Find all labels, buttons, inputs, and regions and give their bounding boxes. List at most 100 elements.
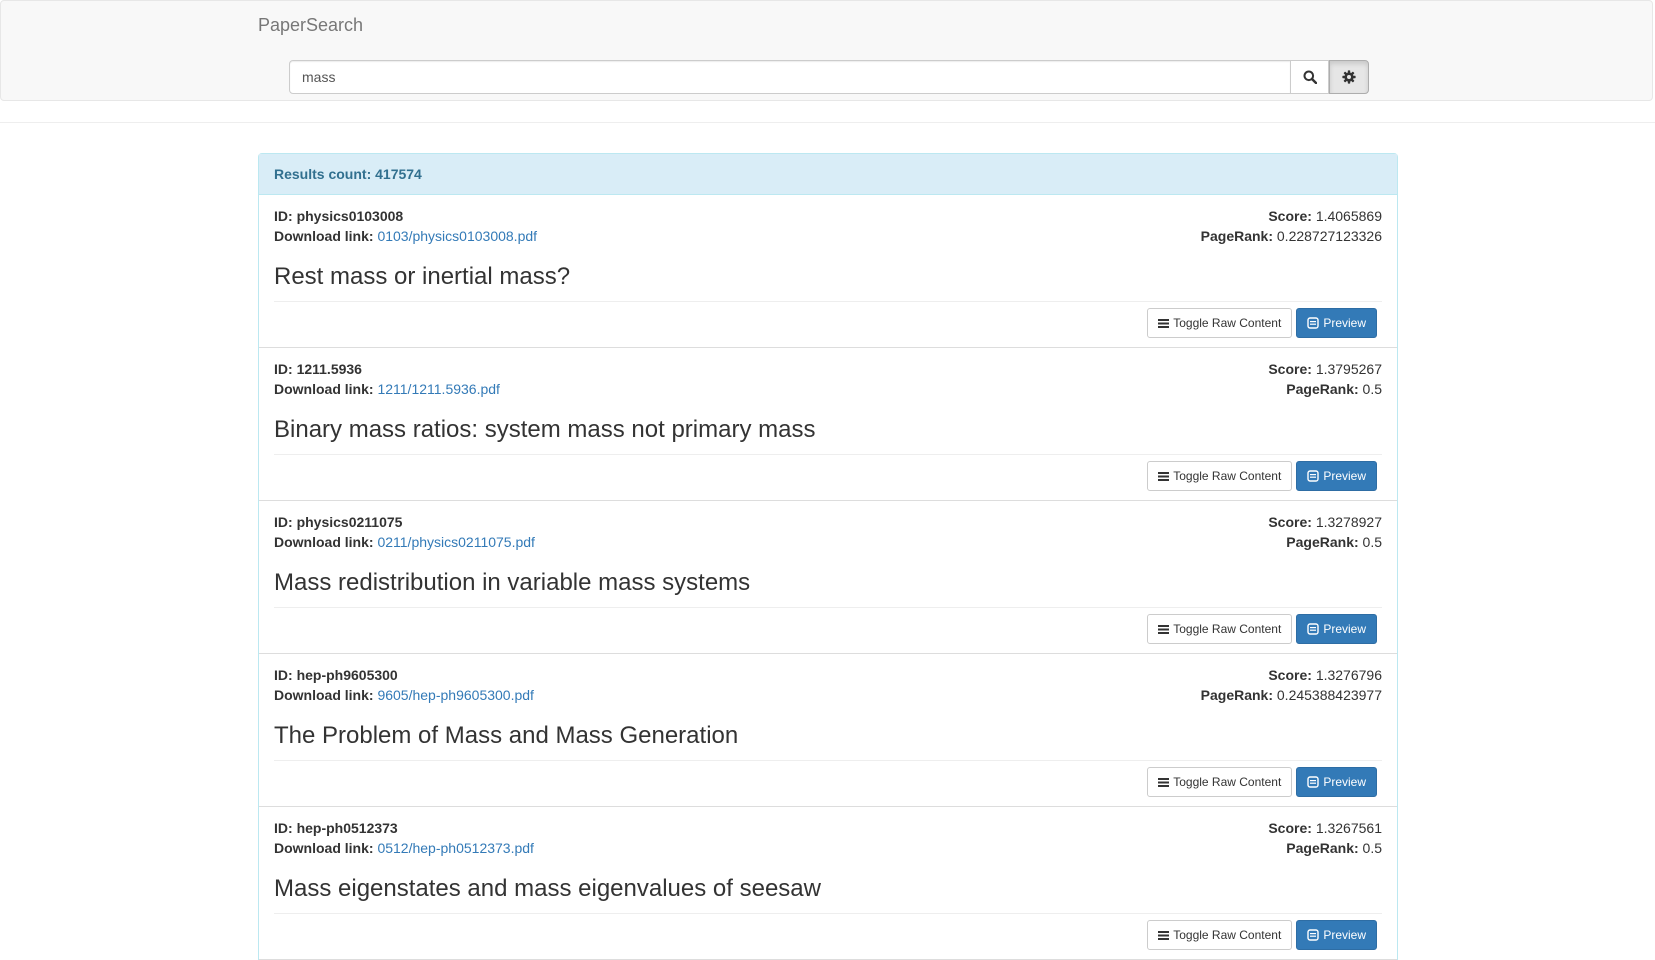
result-id-row: ID: hep-ph0512373 [274, 818, 534, 838]
title-divider [274, 913, 1382, 914]
preview-icon [1307, 623, 1320, 635]
download-link[interactable]: 9605/hep-ph9605300.pdf [377, 687, 533, 703]
preview-label: Preview [1323, 775, 1366, 789]
id-label: ID: [274, 208, 293, 224]
list-icon [1158, 777, 1170, 787]
result-id-row: ID: physics0103008 [274, 206, 537, 226]
pagerank-row: PageRank: 0.5 [1268, 532, 1382, 552]
result-item: ID: hep-ph0512373 Download link: 0512/he… [259, 807, 1397, 960]
result-title: The Problem of Mass and Mass Generation [274, 722, 739, 749]
preview-icon [1307, 776, 1320, 788]
download-label: Download link: [274, 381, 374, 397]
score-value: 1.4065869 [1315, 208, 1382, 224]
preview-label: Preview [1323, 622, 1366, 636]
preview-button[interactable]: Preview [1296, 767, 1377, 797]
result-item: ID: physics0211075 Download link: 0211/p… [259, 501, 1397, 654]
result-meta: ID: physics0103008 Download link: 0103/p… [274, 206, 537, 246]
result-scores: Score: 1.3278927 PageRank: 0.5 [1268, 512, 1382, 552]
preview-button[interactable]: Preview [1296, 461, 1377, 491]
pagerank-label: PageRank: [1200, 687, 1273, 703]
preview-button[interactable]: Preview [1296, 920, 1377, 950]
search-icon [1303, 70, 1317, 84]
result-scores: Score: 1.4065869 PageRank: 0.22872712332… [1201, 206, 1382, 246]
navbar: PaperSearch [0, 0, 1653, 101]
score-value: 1.3267561 [1315, 820, 1382, 836]
result-item: ID: physics0103008 Download link: 0103/p… [259, 195, 1397, 348]
toggle-raw-content-label: Toggle Raw Content [1173, 928, 1282, 942]
result-item: ID: 1211.5936 Download link: 1211/1211.5… [259, 348, 1397, 501]
preview-label: Preview [1323, 928, 1366, 942]
result-id-row: ID: hep-ph9605300 [274, 665, 534, 685]
pagerank-value: 0.5 [1362, 381, 1382, 397]
pagerank-label: PageRank: [1286, 381, 1359, 397]
download-label: Download link: [274, 534, 374, 550]
result-actions: Toggle Raw Content Preview [1147, 920, 1377, 950]
pagerank-value: 0.228727123326 [1276, 228, 1382, 244]
download-link[interactable]: 1211/1211.5936.pdf [377, 381, 500, 397]
download-label: Download link: [274, 228, 374, 244]
result-id: physics0103008 [296, 208, 404, 224]
id-label: ID: [274, 820, 293, 836]
result-actions: Toggle Raw Content Preview [1147, 461, 1377, 491]
pagerank-value: 0.5 [1362, 534, 1382, 550]
result-actions: Toggle Raw Content Preview [1147, 308, 1377, 338]
search-button[interactable] [1291, 60, 1329, 94]
result-scores: Score: 1.3795267 PageRank: 0.5 [1268, 359, 1382, 399]
result-meta: ID: 1211.5936 Download link: 1211/1211.5… [274, 359, 500, 399]
toggle-raw-content-button[interactable]: Toggle Raw Content [1147, 614, 1293, 644]
list-icon [1158, 318, 1170, 328]
download-label: Download link: [274, 840, 374, 856]
settings-button[interactable] [1329, 60, 1369, 94]
gear-icon [1342, 70, 1356, 84]
score-row: Score: 1.3267561 [1268, 818, 1382, 838]
search-group [289, 60, 1369, 94]
list-icon [1158, 624, 1170, 634]
score-label: Score: [1268, 361, 1312, 377]
toggle-raw-content-button[interactable]: Toggle Raw Content [1147, 767, 1293, 797]
search-input[interactable] [289, 60, 1291, 94]
toggle-raw-content-button[interactable]: Toggle Raw Content [1147, 920, 1293, 950]
preview-icon [1307, 317, 1320, 329]
result-title: Mass redistribution in variable mass sys… [274, 569, 751, 596]
result-title: Binary mass ratios: system mass not prim… [274, 416, 816, 443]
toggle-raw-content-button[interactable]: Toggle Raw Content [1147, 308, 1293, 338]
result-id: 1211.5936 [296, 361, 362, 377]
download-link[interactable]: 0211/physics0211075.pdf [377, 534, 535, 550]
download-link[interactable]: 0103/physics0103008.pdf [377, 228, 537, 244]
download-link[interactable]: 0512/hep-ph0512373.pdf [377, 840, 533, 856]
result-id: physics0211075 [296, 514, 403, 530]
score-label: Score: [1268, 514, 1312, 530]
download-label: Download link: [274, 687, 374, 703]
result-actions: Toggle Raw Content Preview [1147, 767, 1377, 797]
download-row: Download link: 0103/physics0103008.pdf [274, 226, 537, 246]
score-row: Score: 1.3795267 [1268, 359, 1382, 379]
preview-label: Preview [1323, 316, 1366, 330]
toggle-raw-content-label: Toggle Raw Content [1173, 316, 1282, 330]
result-item: ID: hep-ph9605300 Download link: 9605/he… [259, 654, 1397, 807]
result-id-row: ID: 1211.5936 [274, 359, 500, 379]
preview-button[interactable]: Preview [1296, 614, 1377, 644]
result-id: hep-ph9605300 [296, 667, 398, 683]
id-label: ID: [274, 361, 293, 377]
result-title: Rest mass or inertial mass? [274, 263, 571, 290]
preview-button[interactable]: Preview [1296, 308, 1377, 338]
result-scores: Score: 1.3267561 PageRank: 0.5 [1268, 818, 1382, 858]
score-value: 1.3795267 [1315, 361, 1382, 377]
score-label: Score: [1268, 208, 1312, 224]
result-title: Mass eigenstates and mass eigenvalues of… [274, 875, 821, 902]
download-row: Download link: 9605/hep-ph9605300.pdf [274, 685, 534, 705]
result-actions: Toggle Raw Content Preview [1147, 614, 1377, 644]
score-value: 1.3278927 [1315, 514, 1382, 530]
score-row: Score: 1.4065869 [1201, 206, 1382, 226]
result-meta: ID: physics0211075 Download link: 0211/p… [274, 512, 535, 552]
result-id-row: ID: physics0211075 [274, 512, 535, 532]
download-row: Download link: 0211/physics0211075.pdf [274, 532, 535, 552]
pagerank-label: PageRank: [1286, 840, 1359, 856]
pagerank-value: 0.5 [1362, 840, 1382, 856]
brand-link[interactable]: PaperSearch [258, 15, 363, 36]
score-label: Score: [1268, 667, 1312, 683]
download-row: Download link: 1211/1211.5936.pdf [274, 379, 500, 399]
result-scores: Score: 1.3276796 PageRank: 0.24538842397… [1201, 665, 1382, 705]
toggle-raw-content-button[interactable]: Toggle Raw Content [1147, 461, 1293, 491]
pagerank-row: PageRank: 0.5 [1268, 379, 1382, 399]
